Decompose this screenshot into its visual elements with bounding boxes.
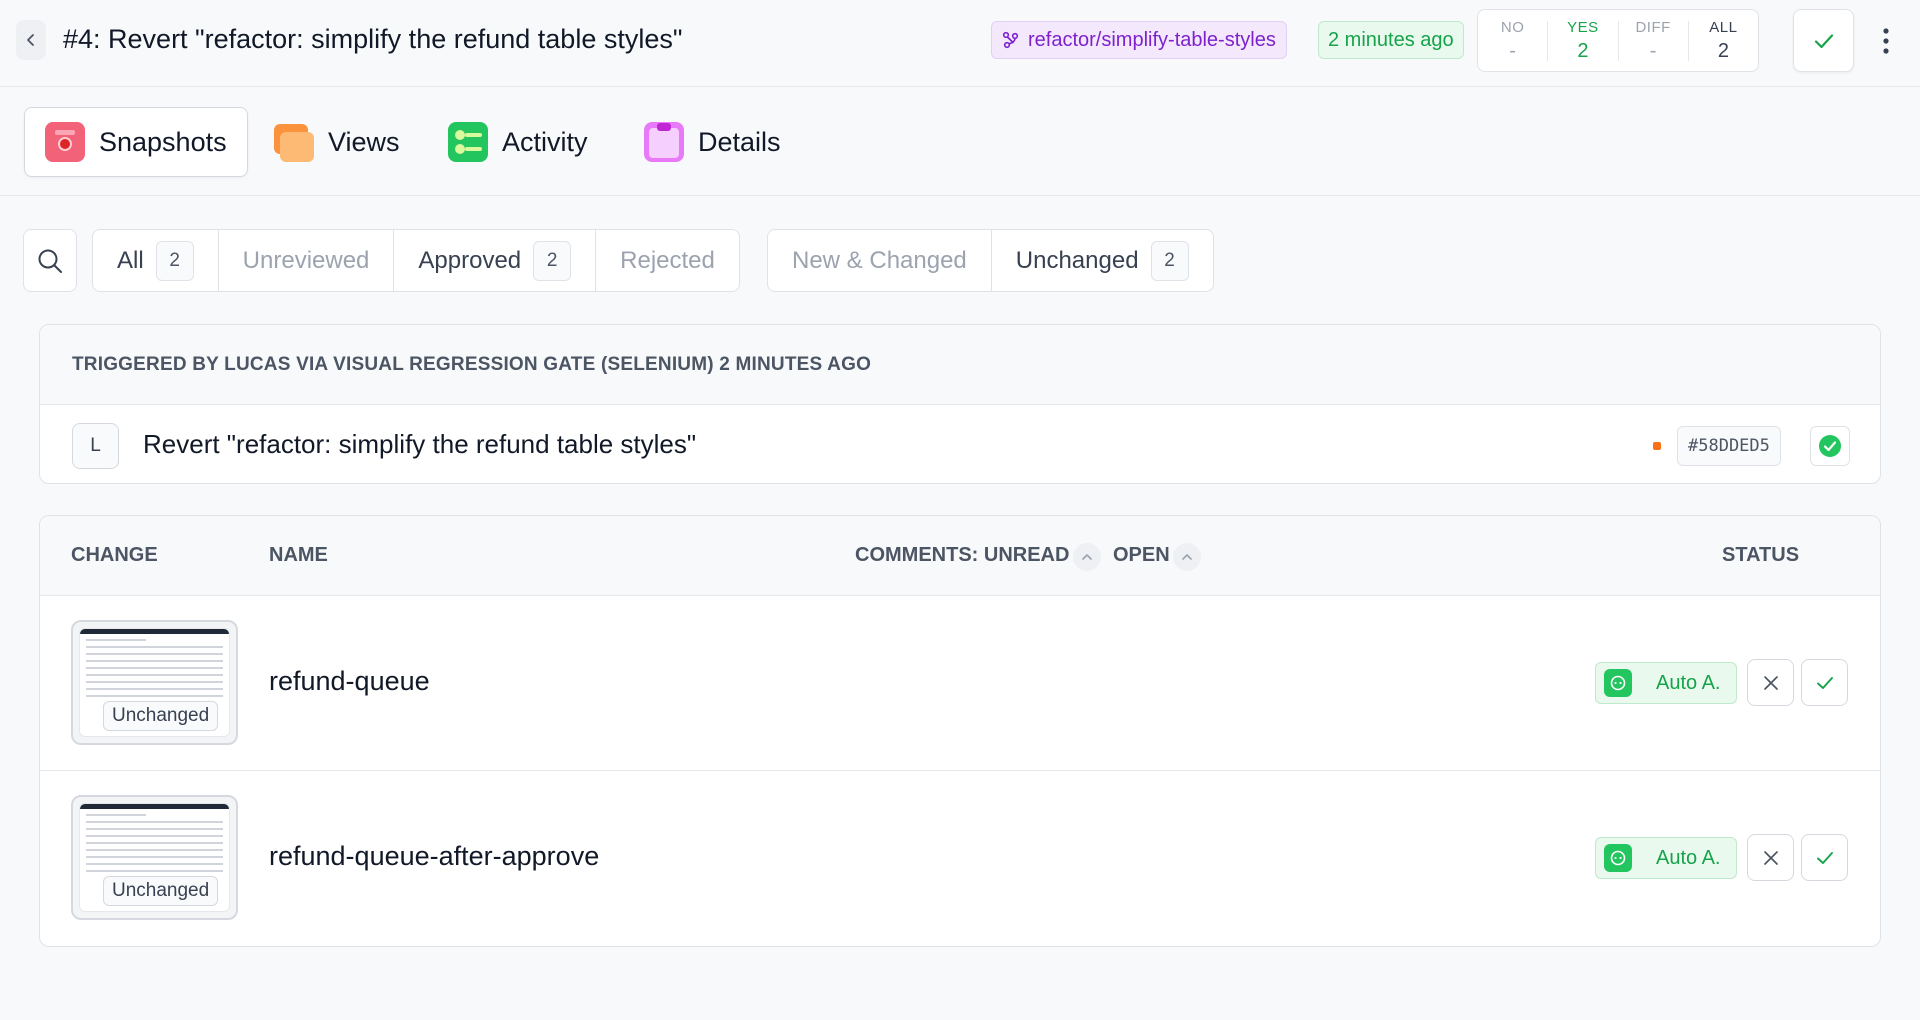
column-status: STATUS <box>1722 544 1800 566</box>
tab-label: Snapshots <box>99 126 227 157</box>
review-filter-group: All 2 Unreviewed Approved 2 Rejected <box>92 229 740 292</box>
commit-message: Revert "refactor: simplify the refund ta… <box>143 429 697 459</box>
stat-all-value: 2 <box>1717 39 1729 62</box>
column-name: NAME <box>269 544 328 566</box>
check-circle-icon <box>1819 435 1841 457</box>
filter-label: Unreviewed <box>242 246 370 274</box>
tab-bar: Snapshots Views Activity Details <box>0 88 1920 196</box>
time-ago-badge: 2 minutes ago <box>1318 21 1464 59</box>
filter-count: 2 <box>1150 240 1189 281</box>
stat-no-value: - <box>1509 39 1516 62</box>
reject-button[interactable] <box>1747 834 1794 881</box>
filter-count: 2 <box>155 240 194 281</box>
activity-icon <box>448 122 488 162</box>
check-icon <box>1816 851 1833 864</box>
filter-label: New & Changed <box>792 246 967 274</box>
commit-row: L Revert "refactor: simplify the refund … <box>40 405 1880 483</box>
column-open[interactable]: OPEN <box>1113 544 1170 567</box>
stat-yes-value: 2 <box>1577 39 1589 62</box>
close-icon <box>1763 675 1778 690</box>
approve-all-button[interactable] <box>1793 9 1854 72</box>
search-icon <box>38 249 62 273</box>
check-icon <box>1816 676 1833 689</box>
change-label: Unchanged <box>103 876 219 906</box>
auto-approve-icon <box>1604 844 1632 872</box>
stat-diff-value: - <box>1649 39 1657 62</box>
snapshot-thumbnail[interactable]: Unchanged <box>71 620 238 745</box>
sort-unread-button[interactable] <box>1073 543 1101 571</box>
chevron-up-icon <box>1082 554 1092 560</box>
build-trigger-info: TRIGGERED BY LUCAS VIA VISUAL REGRESSION… <box>40 325 1880 405</box>
auto-approve-icon <box>1604 669 1632 697</box>
page-title: #4: Revert "refactor: simplify the refun… <box>63 24 683 54</box>
commit-hash-badge[interactable]: #58DDED5 <box>1677 426 1781 466</box>
sort-open-button[interactable] <box>1173 543 1201 571</box>
status-badge: Auto A. <box>1595 662 1737 704</box>
stat-diff-label: DIFF <box>1635 18 1671 36</box>
filter-unchanged[interactable]: Unchanged 2 <box>992 230 1213 291</box>
build-card: TRIGGERED BY LUCAS VIA VISUAL REGRESSION… <box>39 324 1881 484</box>
avatar: L <box>72 423 119 469</box>
status-dot <box>1653 442 1661 450</box>
tab-details[interactable]: Details <box>624 107 801 177</box>
filter-unreviewed[interactable]: Unreviewed <box>219 230 395 291</box>
stat-no-label: NO <box>1500 18 1525 36</box>
branch-badge[interactable]: refactor/simplify-table-styles <box>991 21 1287 59</box>
filter-label: Rejected <box>620 246 715 274</box>
more-options-button[interactable] <box>1876 22 1896 60</box>
column-comments-unread[interactable]: COMMENTS: UNREAD <box>855 544 1069 567</box>
tab-activity[interactable]: Activity <box>428 107 608 177</box>
change-label: Unchanged <box>103 701 219 731</box>
filter-approved[interactable]: Approved 2 <box>394 230 597 291</box>
search-button[interactable] <box>23 229 77 292</box>
tab-label: Activity <box>502 126 588 157</box>
vertical-dots-icon <box>1883 28 1889 54</box>
filter-label: All <box>117 246 144 274</box>
tab-snapshots[interactable]: Snapshots <box>24 107 248 177</box>
reject-button[interactable] <box>1747 659 1794 706</box>
filter-label: Approved <box>418 246 522 274</box>
stat-yes-label: YES <box>1567 18 1599 36</box>
filter-new-changed[interactable]: New & Changed <box>768 230 992 291</box>
close-icon <box>1763 850 1778 865</box>
chevron-up-icon <box>1182 554 1192 560</box>
stat-no: NO - <box>1478 18 1549 62</box>
tab-label: Views <box>328 126 400 157</box>
table-row[interactable]: Unchanged refund-queue-after-approve Aut… <box>40 771 1880 946</box>
review-stats: NO - YES 2 DIFF - ALL 2 <box>1477 9 1759 72</box>
snapshot-name[interactable]: refund-queue-after-approve <box>269 841 599 872</box>
status-badge: Auto A. <box>1595 837 1737 879</box>
git-branch-icon <box>1002 31 1019 49</box>
table-row[interactable]: Unchanged refund-queue Auto A. <box>40 596 1880 771</box>
status-text: Auto A. <box>1656 671 1721 694</box>
back-button[interactable] <box>16 20 46 60</box>
filter-count: 2 <box>533 240 572 281</box>
approve-button[interactable] <box>1801 834 1848 881</box>
build-passed-badge <box>1810 426 1850 466</box>
tab-label: Details <box>698 126 781 157</box>
branch-name: refactor/simplify-table-styles <box>1028 28 1276 51</box>
column-change: CHANGE <box>71 544 158 566</box>
stat-all-label: ALL <box>1709 18 1738 36</box>
table-header: CHANGE NAME COMMENTS: UNREAD OPEN STATUS <box>40 516 1880 596</box>
stat-all: ALL 2 <box>1689 18 1758 62</box>
filter-label: Unchanged <box>1015 246 1139 274</box>
filter-all[interactable]: All 2 <box>93 230 219 291</box>
snapshot-name[interactable]: refund-queue <box>269 666 430 697</box>
filter-rejected[interactable]: Rejected <box>596 230 739 291</box>
snapshot-thumbnail[interactable]: Unchanged <box>71 795 238 920</box>
views-icon <box>274 122 314 162</box>
stat-diff: DIFF - <box>1619 18 1689 62</box>
camera-icon <box>45 122 85 162</box>
change-filter-group: New & Changed Unchanged 2 <box>767 229 1214 292</box>
chevron-left-icon <box>27 34 34 46</box>
check-icon <box>1814 33 1833 48</box>
snapshot-table: CHANGE NAME COMMENTS: UNREAD OPEN STATUS… <box>39 515 1881 947</box>
status-text: Auto A. <box>1656 846 1721 869</box>
top-bar: #4: Revert "refactor: simplify the refun… <box>0 0 1920 87</box>
tab-views[interactable]: Views <box>254 107 420 177</box>
clipboard-icon <box>644 122 684 162</box>
approve-button[interactable] <box>1801 659 1848 706</box>
stat-yes: YES 2 <box>1548 18 1619 62</box>
